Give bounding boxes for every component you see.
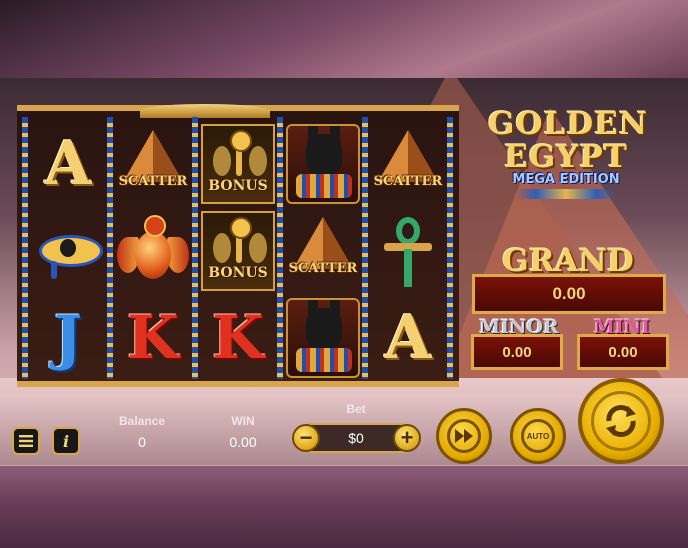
bonus-label: BONUS bbox=[208, 178, 268, 194]
game-logo: GOLDEN EGYPT MEGA EDITION bbox=[488, 106, 649, 199]
spin-button[interactable] bbox=[578, 378, 664, 464]
bet-value: $0 bbox=[348, 430, 364, 446]
plus-icon: + bbox=[400, 425, 414, 450]
balance-value: 0 bbox=[138, 434, 146, 450]
anubis-collar bbox=[296, 174, 352, 198]
bonus-label: BONUS bbox=[208, 265, 268, 281]
bet-decrease-button[interactable]: − bbox=[292, 424, 320, 452]
reel-cell bbox=[113, 208, 193, 294]
reel-cell: SCATTER bbox=[113, 121, 193, 207]
anubis-head-icon bbox=[306, 134, 342, 174]
info-icon: i bbox=[62, 431, 70, 451]
scatter-label: SCATTER bbox=[118, 174, 188, 189]
symbol-letter-k: K bbox=[126, 303, 180, 373]
menu-icon bbox=[19, 435, 33, 447]
scarab-symbol bbox=[117, 211, 189, 291]
laurel-icon bbox=[249, 146, 267, 176]
eye-tail bbox=[51, 261, 57, 279]
laurel-icon bbox=[213, 146, 231, 176]
scatter-symbol: SCATTER bbox=[115, 126, 191, 202]
reel-cell: BONUS bbox=[198, 121, 278, 207]
eye-of-horus-symbol bbox=[33, 221, 103, 281]
sun-disc-icon bbox=[144, 215, 166, 237]
anubis-symbol bbox=[286, 124, 360, 204]
scatter-symbol: SCATTER bbox=[285, 213, 361, 289]
balance-label: Balance bbox=[118, 414, 166, 428]
scatter-symbol: SCATTER bbox=[370, 126, 446, 202]
symbol-letter-a: A bbox=[44, 129, 92, 199]
reel-cell: A bbox=[28, 121, 108, 207]
scarab-icon bbox=[135, 231, 171, 279]
autoplay-label: AUTO bbox=[526, 431, 550, 441]
bet-label: Bet bbox=[346, 402, 366, 416]
reel-cell: K bbox=[113, 295, 193, 381]
anubis-head-icon bbox=[306, 308, 342, 348]
mini-jackpot-value: 0.00 bbox=[577, 334, 669, 370]
reel-cell: J bbox=[28, 295, 108, 381]
laurel-icon bbox=[249, 233, 267, 263]
orb-icon bbox=[230, 130, 252, 152]
winged-crest-ornament bbox=[140, 104, 270, 118]
symbol-letter-j: J bbox=[53, 303, 83, 373]
ankh-stem bbox=[404, 249, 412, 287]
menu-button[interactable] bbox=[12, 427, 40, 455]
spin-arrows-icon bbox=[606, 405, 636, 437]
orb-icon bbox=[230, 217, 252, 239]
bet-increase-button[interactable]: + bbox=[393, 424, 421, 452]
reel-cell: SCATTER bbox=[283, 208, 363, 294]
reel-cell bbox=[368, 208, 448, 294]
reel-cell bbox=[283, 121, 363, 207]
eye-pupil bbox=[60, 239, 76, 257]
reel-cell: SCATTER bbox=[368, 121, 448, 207]
logo-line-egypt: EGYPT bbox=[504, 139, 628, 175]
bonus-symbol: BONUS bbox=[201, 124, 275, 204]
bonus-symbol: BONUS bbox=[201, 211, 275, 291]
reel-cell: BONUS bbox=[198, 208, 278, 294]
reel-cell: A bbox=[368, 295, 448, 381]
reel-cell: K bbox=[198, 295, 278, 381]
background-sky bbox=[0, 0, 688, 78]
win-value: 0.00 bbox=[229, 434, 257, 450]
logo-wings-ornament bbox=[516, 189, 616, 199]
minus-icon: − bbox=[299, 425, 313, 450]
symbol-letter-a: A bbox=[384, 303, 432, 373]
minor-jackpot-value: 0.00 bbox=[471, 334, 563, 370]
ankh-symbol bbox=[378, 211, 438, 291]
anubis-collar bbox=[296, 348, 352, 372]
symbol-letter-k: K bbox=[211, 303, 265, 373]
turbo-button[interactable] bbox=[436, 408, 492, 464]
background-bottom bbox=[0, 466, 688, 548]
reel-cell bbox=[283, 295, 363, 381]
ankh-icon bbox=[396, 217, 420, 245]
autoplay-button[interactable]: AUTO bbox=[510, 408, 566, 464]
scatter-label: SCATTER bbox=[373, 174, 443, 189]
win-label: WIN bbox=[231, 414, 255, 428]
anubis-symbol bbox=[286, 298, 360, 378]
grand-jackpot-value: 0.00 bbox=[472, 274, 666, 314]
laurel-icon bbox=[213, 233, 231, 263]
reel-cell bbox=[28, 208, 108, 294]
scatter-label: SCATTER bbox=[288, 261, 358, 276]
fast-forward-icon bbox=[455, 429, 473, 443]
logo-line-golden: GOLDEN bbox=[488, 106, 649, 142]
info-button[interactable]: i bbox=[52, 427, 80, 455]
